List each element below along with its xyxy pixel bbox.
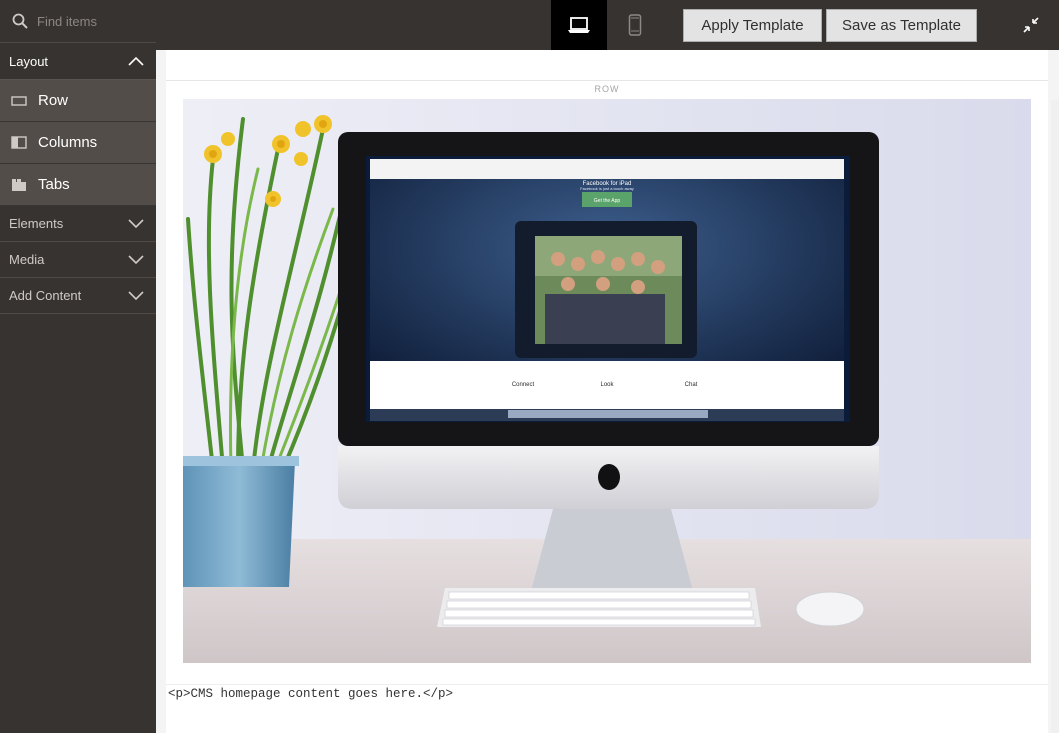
desktop-view-button[interactable] (551, 0, 607, 50)
chevron-down-icon (128, 290, 144, 300)
row-label: ROW (594, 84, 620, 94)
group-elements-label: Elements (9, 216, 64, 231)
hero-image[interactable]: Facebook for iPad Facebook is just a tou… (183, 99, 1031, 663)
stage-top-strip (166, 50, 1048, 81)
sidebar-item-tabs-label: Tabs (38, 176, 70, 193)
desk-photo: Facebook for iPad Facebook is just a tou… (183, 99, 1031, 663)
group-elements[interactable]: Elements (0, 206, 156, 242)
apply-template-button[interactable]: Apply Template (683, 9, 822, 42)
screen-feature-chat: Chat (685, 382, 698, 388)
screen-subhead: Facebook is just a touch away (580, 186, 634, 191)
search-bar (0, 0, 156, 43)
chevron-down-icon (128, 254, 144, 264)
group-media[interactable]: Media (0, 242, 156, 278)
save-as-template-button[interactable]: Save as Template (826, 9, 977, 42)
group-layout[interactable]: Layout (0, 43, 156, 80)
phone-icon (628, 14, 642, 36)
html-code-block[interactable]: <p>CMS homepage content goes here.</p> (166, 684, 1048, 733)
tabs-icon (12, 178, 26, 191)
chevron-down-icon (128, 218, 144, 228)
group-media-label: Media (9, 252, 45, 267)
stage-canvas: ROW Facebook for iPad Facebook is just a… (166, 50, 1048, 733)
search-icon (12, 13, 28, 29)
group-add-content[interactable]: Add Content (0, 278, 156, 314)
screen-feature-connect: Connect (512, 382, 535, 388)
row-icon (11, 95, 27, 106)
editor-stage: ROW Facebook for iPad Facebook is just a… (156, 50, 1059, 733)
top-toolbar: Apply Template Save as Template (156, 0, 1059, 50)
stage-scrollbar[interactable] (1051, 100, 1059, 733)
mobile-view-button[interactable] (607, 0, 663, 50)
search-input[interactable] (37, 13, 147, 29)
laptop-icon (568, 17, 590, 33)
columns-icon (11, 135, 27, 149)
chevron-up-icon (128, 56, 144, 66)
sidebar-item-row-label: Row (38, 92, 69, 109)
sidebar-item-row[interactable]: Row (0, 80, 156, 122)
screen-feature-look: Look (600, 382, 614, 388)
collapse-fullscreen-icon[interactable] (1023, 17, 1039, 33)
sidebar-item-tabs[interactable]: Tabs (0, 164, 156, 206)
sidebar: Layout Row Columns Tabs Elements Media A… (0, 0, 156, 733)
screen-cta: Get the App (594, 198, 621, 204)
sidebar-item-columns-label: Columns (38, 134, 98, 151)
group-add-content-label: Add Content (9, 288, 82, 303)
group-layout-label: Layout (9, 53, 49, 69)
sidebar-item-columns[interactable]: Columns (0, 122, 156, 164)
